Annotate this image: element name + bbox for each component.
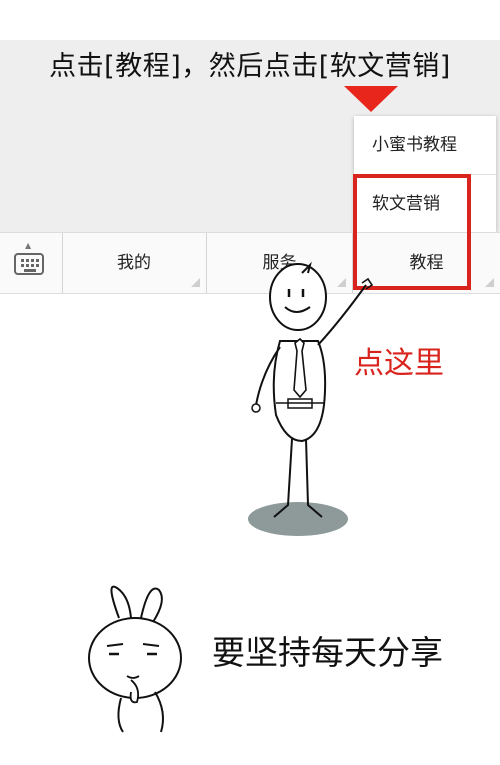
submenu-item-tutorial[interactable]: 小蜜书教程 [354,116,496,174]
slogan-text: 要坚持每天分享 [212,633,443,672]
submenu-corner-icon [191,278,200,287]
pointer-arrow-icon [344,86,398,112]
submenu-corner-icon [485,278,494,287]
menu-tab-label: 我的 [117,253,151,273]
top-margin [0,0,500,40]
callout-text: 点这里 [354,346,444,381]
keyboard-icon [14,253,44,275]
bunny-character-illustration [88,585,182,733]
keyboard-toggle-button[interactable]: ▲ [0,233,63,293]
stick-figure-illustration [248,261,374,536]
caret-up-icon: ▲ [25,241,32,250]
menu-tab-mine[interactable]: 我的 [62,233,207,293]
instruction-text: 点击[教程]，然后点击[软文营销] [49,51,451,82]
